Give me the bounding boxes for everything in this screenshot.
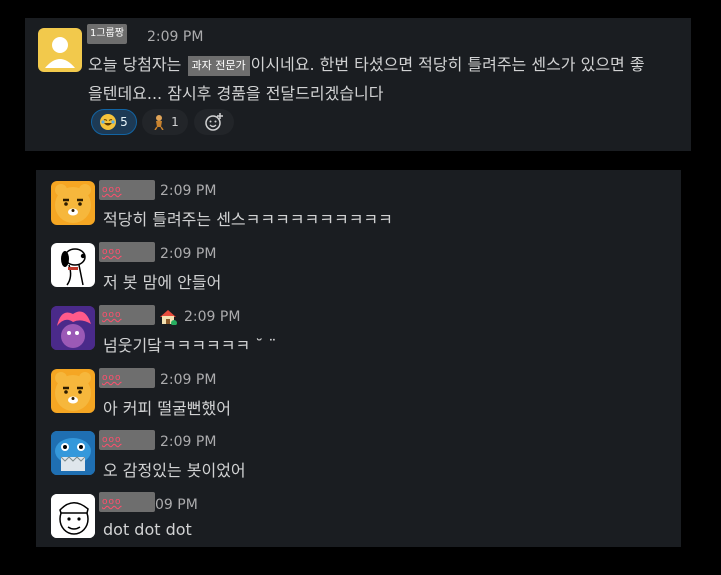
author-name-text: ooo bbox=[102, 497, 122, 507]
person-silhouette-icon bbox=[45, 37, 75, 68]
joy-emoji-icon bbox=[100, 114, 117, 130]
author-name-text: ooo bbox=[102, 247, 122, 257]
author-name-text: ooo bbox=[102, 310, 122, 320]
message-line-1: 오늘 당첨자는 과자 전문가 이시네요. 한번 타셨으면 적당히 틀려주는 센스가… bbox=[88, 51, 645, 76]
message-text: 넘웃기닼ㅋㅋㅋㅋㅋㅋ ˘ ¨ bbox=[103, 336, 277, 355]
author-name[interactable]: ooo bbox=[99, 430, 155, 450]
top-message-panel: 1그룹짱 2:09 PM 오늘 당첨자는 과자 전문가 이시네요. 한번 타셨으면… bbox=[25, 18, 691, 151]
avatar-shark[interactable] bbox=[51, 431, 95, 475]
message-text: 오 감정있는 봇이었어 bbox=[103, 461, 246, 480]
avatar-cartoon-face[interactable] bbox=[51, 494, 95, 538]
cartoon-face-icon bbox=[51, 494, 95, 538]
author-name-text: ooo bbox=[102, 185, 122, 195]
house-status-icon bbox=[159, 309, 177, 329]
author-name[interactable]: ooo bbox=[99, 368, 155, 388]
reaction-joy[interactable]: 5 bbox=[91, 109, 137, 135]
message-time[interactable]: 2:09 PM bbox=[160, 246, 216, 262]
troll-icon bbox=[51, 306, 95, 350]
author-name-text: ooo bbox=[102, 435, 122, 445]
author-avatar[interactable] bbox=[38, 28, 82, 72]
author-name[interactable]: 1그룹짱 bbox=[87, 24, 127, 44]
message-time[interactable]: 2:09 PM bbox=[160, 372, 216, 388]
add-reaction-button[interactable] bbox=[194, 109, 234, 135]
avatar-troll[interactable] bbox=[51, 306, 95, 350]
message-time[interactable]: 2:09 PM bbox=[160, 434, 216, 450]
author-name[interactable]: ooo bbox=[99, 180, 155, 200]
author-name[interactable]: ooo bbox=[99, 492, 155, 512]
avatar-ryan[interactable] bbox=[51, 369, 95, 413]
ryan-icon bbox=[55, 372, 91, 411]
reaction-count: 1 bbox=[171, 115, 179, 129]
message-time[interactable]: 2:09 PM bbox=[184, 309, 240, 325]
reaction-monkey[interactable]: 1 bbox=[142, 109, 188, 135]
message-time[interactable]: 2:09 PM bbox=[147, 29, 203, 45]
snoopy-icon bbox=[61, 248, 86, 286]
message-text: dot dot dot bbox=[103, 520, 192, 539]
avatar-snoopy[interactable] bbox=[51, 243, 95, 287]
redacted-name: 과자 전문가 bbox=[187, 55, 250, 76]
author-name[interactable]: ooo bbox=[99, 305, 155, 325]
ryan-icon bbox=[55, 184, 91, 223]
message-text: 적당히 틀려주는 센스ㅋㅋㅋㅋㅋㅋㅋㅋㅋㅋ bbox=[103, 210, 393, 229]
thread-messages-panel: ooo 2:09 PM 적당히 틀려주는 센스ㅋㅋㅋㅋㅋㅋㅋㅋㅋㅋ ooo 2:… bbox=[36, 170, 681, 547]
message-time[interactable]: 09 PM bbox=[155, 497, 198, 513]
message-text: 저 봇 맘에 안들어 bbox=[103, 273, 222, 292]
avatar-ryan[interactable] bbox=[51, 181, 95, 225]
reaction-count: 5 bbox=[120, 115, 128, 129]
message-time[interactable]: 2:09 PM bbox=[160, 183, 216, 199]
shark-icon bbox=[51, 431, 95, 475]
message-line-2: 을텐데요... 잠시후 경품을 전달드리겠습니다 bbox=[88, 84, 384, 103]
message-text: 이시네요. 한번 타셨으면 적당히 틀려주는 센스가 있으면 좋 bbox=[250, 55, 645, 74]
add-emoji-icon bbox=[205, 113, 223, 131]
author-name[interactable]: ooo bbox=[99, 242, 155, 262]
author-name-text: ooo bbox=[102, 373, 122, 383]
message-text: 아 커피 떨굴뻔했어 bbox=[103, 399, 231, 418]
message-text: 오늘 당첨자는 bbox=[88, 55, 182, 74]
monkey-emoji-icon bbox=[154, 115, 164, 130]
